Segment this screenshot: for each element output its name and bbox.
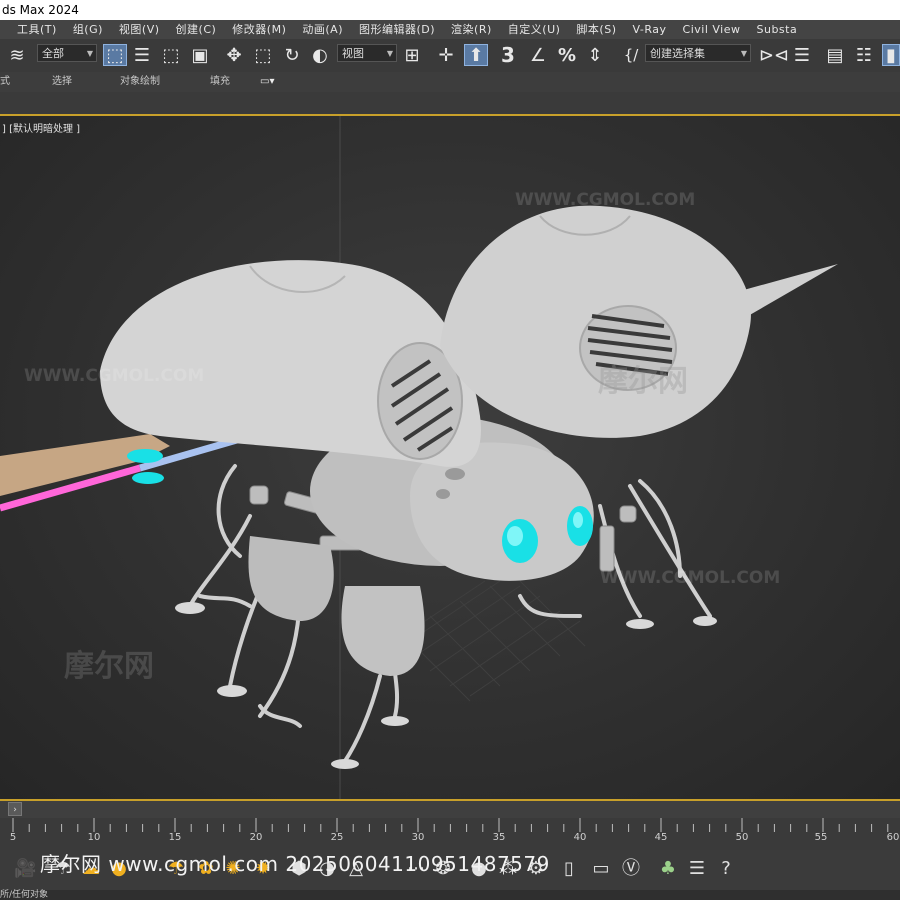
scale-icon[interactable]: ◐ — [309, 44, 331, 66]
named-selection-value: 创建选择集 — [650, 47, 705, 60]
chevron-down-icon: ▼ — [386, 49, 393, 58]
bind-space-warp-icon[interactable]: ≋ — [6, 44, 28, 66]
tick-label: 50 — [735, 832, 749, 843]
reference-coord-dropdown[interactable]: 视图 ▼ — [337, 44, 397, 62]
watermark-text: WWW.CGMOL.COM — [515, 190, 696, 210]
chevron-down-icon: ▼ — [740, 49, 747, 58]
tick-label: 15 — [168, 832, 182, 843]
move-icon[interactable]: ✥ — [223, 44, 245, 66]
menu-group[interactable]: 组(G) — [65, 20, 111, 39]
watermark-logo-text: 摩尔网 — [598, 364, 688, 399]
menu-graph-editors[interactable]: 图形编辑器(D) — [351, 20, 443, 39]
time-slider[interactable]: › — [0, 801, 900, 818]
mirror-icon[interactable]: ⊳⊲ — [759, 44, 789, 66]
ribbon-tab-modeling[interactable]: 式 — [0, 72, 10, 92]
menu-views[interactable]: 视图(V) — [111, 20, 168, 39]
menu-rendering[interactable]: 渲染(R) — [443, 20, 500, 39]
tick-label: 45 — [654, 832, 668, 843]
watermark-text: WWW.CGMOL.COM — [600, 568, 781, 588]
rear-pod-left — [248, 536, 334, 621]
ribbon-tabs: 式 选择 对象绘制 填充 ▭▾ — [0, 72, 900, 93]
track-bar-ticks — [12, 818, 889, 832]
menu-create[interactable]: 创建(C) — [168, 20, 225, 39]
tick-label: 30 — [411, 832, 425, 843]
device-icon[interactable]: ▭ — [590, 858, 612, 880]
menu-animation[interactable]: 动画(A) — [294, 20, 351, 39]
tick-label: 10 — [87, 832, 101, 843]
ladybug-robot-model — [0, 116, 838, 799]
rotate-icon[interactable]: ↻ — [281, 44, 303, 66]
status-text: 所/任何对象 — [0, 890, 49, 900]
tick-label: 5 — [9, 832, 17, 843]
document-icon[interactable]: ▯ — [558, 858, 580, 880]
list-icon[interactable]: ☰ — [686, 858, 708, 880]
camera-icon[interactable]: 🎥 — [14, 858, 36, 880]
menu-customize[interactable]: 自定义(U) — [500, 20, 569, 39]
tick-label: 25 — [330, 832, 344, 843]
app-title: ds Max 2024 — [2, 3, 79, 17]
url-watermark: 摩尔网 www.cgmol.com 20250604110951487579 — [40, 852, 550, 876]
tick-label: 35 — [492, 832, 506, 843]
ribbon-panel — [0, 92, 900, 116]
menu-substance[interactable]: Substa — [748, 20, 805, 39]
wing-spike — [740, 264, 838, 316]
home-grid — [404, 580, 586, 702]
layer-explorer-icon[interactable]: ☷ — [853, 44, 875, 66]
robot-feet — [175, 602, 717, 769]
time-slider-arrow-icon[interactable]: › — [8, 802, 22, 816]
scene-explorer-icon[interactable]: ▤ — [824, 44, 846, 66]
selection-filter-value: 全部 — [42, 47, 64, 60]
edit-named-selection-icon[interactable]: {/ — [620, 44, 642, 66]
rear-pod-right — [341, 586, 425, 676]
named-selection-dropdown[interactable]: 创建选择集 ▼ — [645, 44, 751, 62]
menu-scripting[interactable]: 脚本(S) — [568, 20, 624, 39]
track-bar[interactable]: 5 10 15 20 25 30 35 40 45 50 55 60 — [0, 818, 900, 850]
snap-toggle-icon[interactable]: 3 — [496, 43, 520, 67]
pivot-center-icon[interactable]: ⊞ — [401, 44, 423, 66]
ribbon-tab-selection[interactable]: 选择 — [52, 72, 72, 92]
percent-snap-icon[interactable]: % — [556, 44, 578, 66]
status-bar: 所/任何对象 — [0, 890, 900, 900]
select-and-link-icon[interactable]: ✛ — [435, 44, 457, 66]
selection-filter-dropdown[interactable]: 全部 ▼ — [37, 44, 97, 62]
menu-modifiers[interactable]: 修改器(M) — [224, 20, 294, 39]
reference-coord-value: 视图 — [342, 47, 364, 60]
select-manipulate-icon[interactable]: ⬚ — [252, 44, 274, 66]
watermark-logo-text: 摩尔网 — [64, 649, 154, 684]
align-icon[interactable]: ☰ — [791, 44, 813, 66]
ribbon-tab-populate[interactable]: 填充 — [210, 72, 230, 92]
perspective-viewport[interactable]: ] [默认明暗处理 ] WWW.CGMOL.COM WWW.CGMOL.COM … — [0, 116, 900, 801]
title-bar: ds Max 2024 — [0, 0, 900, 20]
ribbon-options-icon[interactable]: ▭▾ — [260, 72, 274, 92]
trees-icon[interactable]: ♣ — [657, 858, 679, 880]
keyboard-shortcut-override-icon[interactable]: ⬆ — [464, 44, 488, 66]
angle-snap-icon[interactable]: ∠ — [527, 44, 549, 66]
tick-label: 60 — [886, 832, 900, 843]
main-toolbar: ≋ 全部 ▼ ⬚ ☰ ⬚ ▣ ✥ ⬚ ↻ ◐ 视图 ▼ ⊞ ✛ ⬆ 3 ∠ % ⇕ … — [0, 39, 900, 73]
tick-label: 55 — [814, 832, 828, 843]
menu-bar: 工具(T) 组(G) 视图(V) 创建(C) 修改器(M) 动画(A) 图形编辑器(D) 渲染… — [0, 20, 900, 39]
menu-civil-view[interactable]: Civil View — [675, 20, 749, 39]
watermark-text: WWW.CGMOL.COM — [24, 366, 205, 386]
vray-icon[interactable]: Ⓥ — [620, 858, 642, 880]
help-icon[interactable]: ? — [715, 858, 737, 880]
tick-label: 40 — [573, 832, 587, 843]
spinner-snap-icon[interactable]: ⇕ — [584, 44, 606, 66]
chevron-down-icon: ▼ — [86, 49, 93, 58]
menu-tools[interactable]: 工具(T) — [0, 20, 65, 39]
tick-label: 20 — [249, 832, 263, 843]
window-crossing-icon[interactable]: ▣ — [189, 44, 211, 66]
ribbon-toggle-icon[interactable]: ▮ — [882, 44, 900, 66]
menu-vray[interactable]: V-Ray — [625, 20, 675, 39]
select-object-icon[interactable]: ⬚ — [103, 44, 127, 66]
ribbon-tab-object-paint[interactable]: 对象绘制 — [120, 72, 160, 92]
select-by-name-icon[interactable]: ☰ — [131, 44, 153, 66]
rectangular-selection-icon[interactable]: ⬚ — [160, 44, 182, 66]
